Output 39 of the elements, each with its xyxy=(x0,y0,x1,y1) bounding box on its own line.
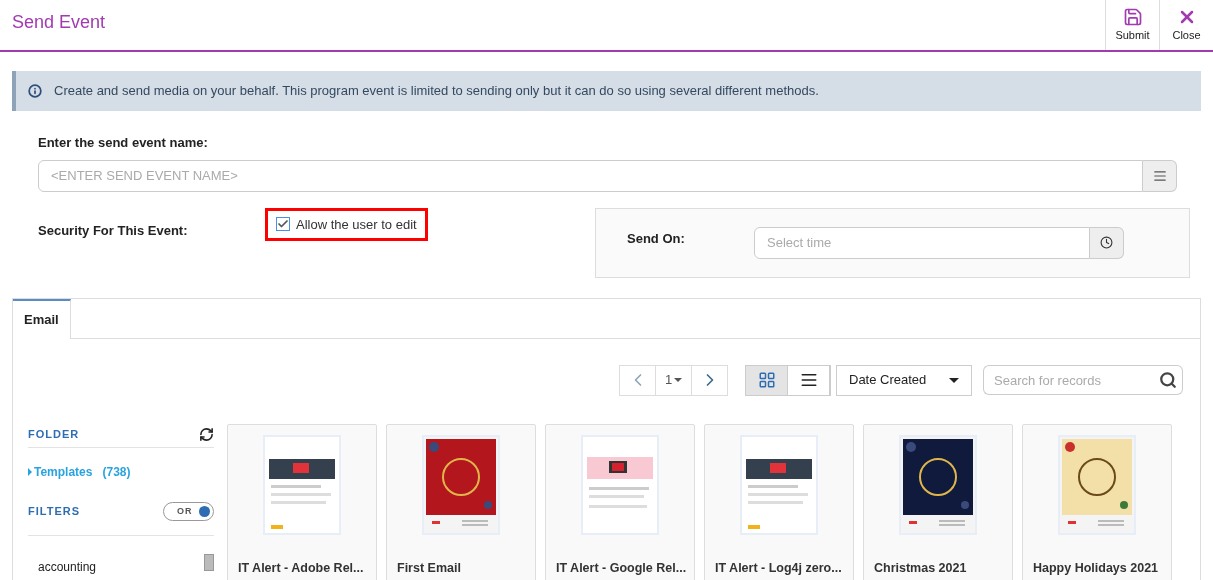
security-label: Security For This Event: xyxy=(38,222,188,238)
sort-dropdown[interactable]: Date Created xyxy=(836,364,972,396)
refresh-icon xyxy=(199,427,214,442)
card-title: IT Alert - Google Rel... xyxy=(555,559,688,577)
format-button[interactable] xyxy=(1143,159,1177,192)
card-title: IT Alert - Adobe Rel... xyxy=(237,559,365,577)
filter-item[interactable]: accounting xyxy=(38,553,97,576)
info-icon xyxy=(28,84,42,98)
grid-view-button[interactable] xyxy=(746,365,788,395)
submit-button[interactable]: Submit xyxy=(1105,0,1159,50)
text-format-icon xyxy=(1152,168,1167,183)
event-name-field[interactable]: <ENTER SEND EVENT NAME> xyxy=(38,159,1143,192)
card-title: Happy Holidays 2021 xyxy=(1032,559,1160,577)
card-title: IT Alert - Log4j zero... xyxy=(714,559,843,577)
template-card[interactable]: IT Alert - Log4j zero... xyxy=(704,423,854,580)
template-card[interactable]: Happy Holidays 2021 xyxy=(1022,423,1172,580)
save-icon xyxy=(1122,6,1143,27)
filters-heading: FILTERS xyxy=(28,504,80,520)
list-icon xyxy=(799,371,818,389)
folder-heading: FOLDER xyxy=(28,427,80,443)
clock-icon xyxy=(1100,236,1113,249)
checkbox-label[interactable]: Allow the user to edit xyxy=(296,214,417,234)
checkbox[interactable] xyxy=(276,217,290,232)
info-text: Create and send media on your behalf. This program event is limited to sending only but it can do so using several different methods. xyxy=(54,82,819,101)
close-button[interactable]: Close xyxy=(1159,0,1213,50)
filter-scrollbar xyxy=(204,553,214,571)
grid-icon xyxy=(757,371,776,389)
template-card[interactable]: IT Alert - Adobe Rel... xyxy=(227,423,377,580)
page-title: Send Event xyxy=(11,11,107,34)
time-field[interactable]: Select time xyxy=(754,226,1090,259)
send-on-label: Send On: xyxy=(627,229,686,248)
template-card[interactable]: First Email xyxy=(386,423,536,580)
time-picker-button[interactable] xyxy=(1090,226,1124,259)
template-card[interactable]: IT Alert - Google Rel... xyxy=(545,423,695,580)
email-tab[interactable]: Email xyxy=(13,298,71,339)
template-card[interactable]: Christmas 2021 xyxy=(863,423,1013,580)
field-label: Enter the send event name: xyxy=(38,134,209,152)
card-title: First Email xyxy=(396,559,462,577)
card-title: Christmas 2021 xyxy=(873,559,968,577)
